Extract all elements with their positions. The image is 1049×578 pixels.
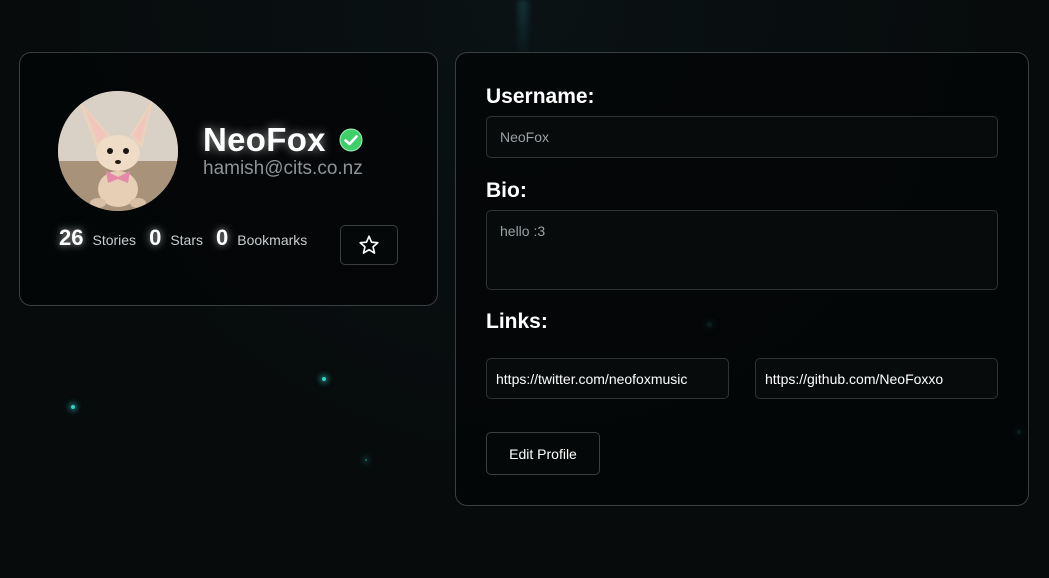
edit-profile-button[interactable]: Edit Profile — [486, 432, 600, 475]
stories-label: Stories — [92, 232, 137, 248]
glow-particle — [71, 405, 75, 409]
profile-card: NeoFox hamish@cits.co.nz 26 Stories 0 St… — [19, 52, 438, 306]
profile-stats: 26 Stories 0 Stars 0 Bookmarks — [59, 225, 320, 251]
glow-particle — [322, 377, 326, 381]
star-button[interactable] — [340, 225, 398, 265]
stars-count: 0 — [149, 225, 162, 250]
verified-check-icon — [339, 128, 363, 152]
star-icon — [359, 235, 379, 254]
link-input-twitter[interactable] — [486, 358, 729, 399]
stories-count: 26 — [59, 225, 84, 250]
glow-particle — [365, 459, 367, 461]
light-streak — [518, 0, 528, 60]
email-address: hamish@cits.co.nz — [203, 158, 363, 179]
fennec-fox-avatar-image — [58, 91, 178, 211]
bookmarks-label: Bookmarks — [237, 232, 308, 248]
bookmarks-count: 0 — [216, 225, 229, 250]
edit-profile-card: Username: Bio: hello :3 Links: Edit Prof… — [455, 52, 1029, 506]
username-input[interactable] — [486, 116, 998, 158]
bio-label: Bio: — [486, 179, 527, 202]
avatar — [58, 91, 178, 211]
stars-label: Stars — [170, 232, 203, 248]
display-name: NeoFox — [203, 121, 326, 158]
links-label: Links: — [486, 310, 548, 333]
username-label: Username: — [486, 85, 595, 108]
link-input-github[interactable] — [755, 358, 998, 399]
bio-textarea[interactable]: hello :3 — [486, 210, 998, 290]
name-row: NeoFox — [203, 121, 363, 159]
